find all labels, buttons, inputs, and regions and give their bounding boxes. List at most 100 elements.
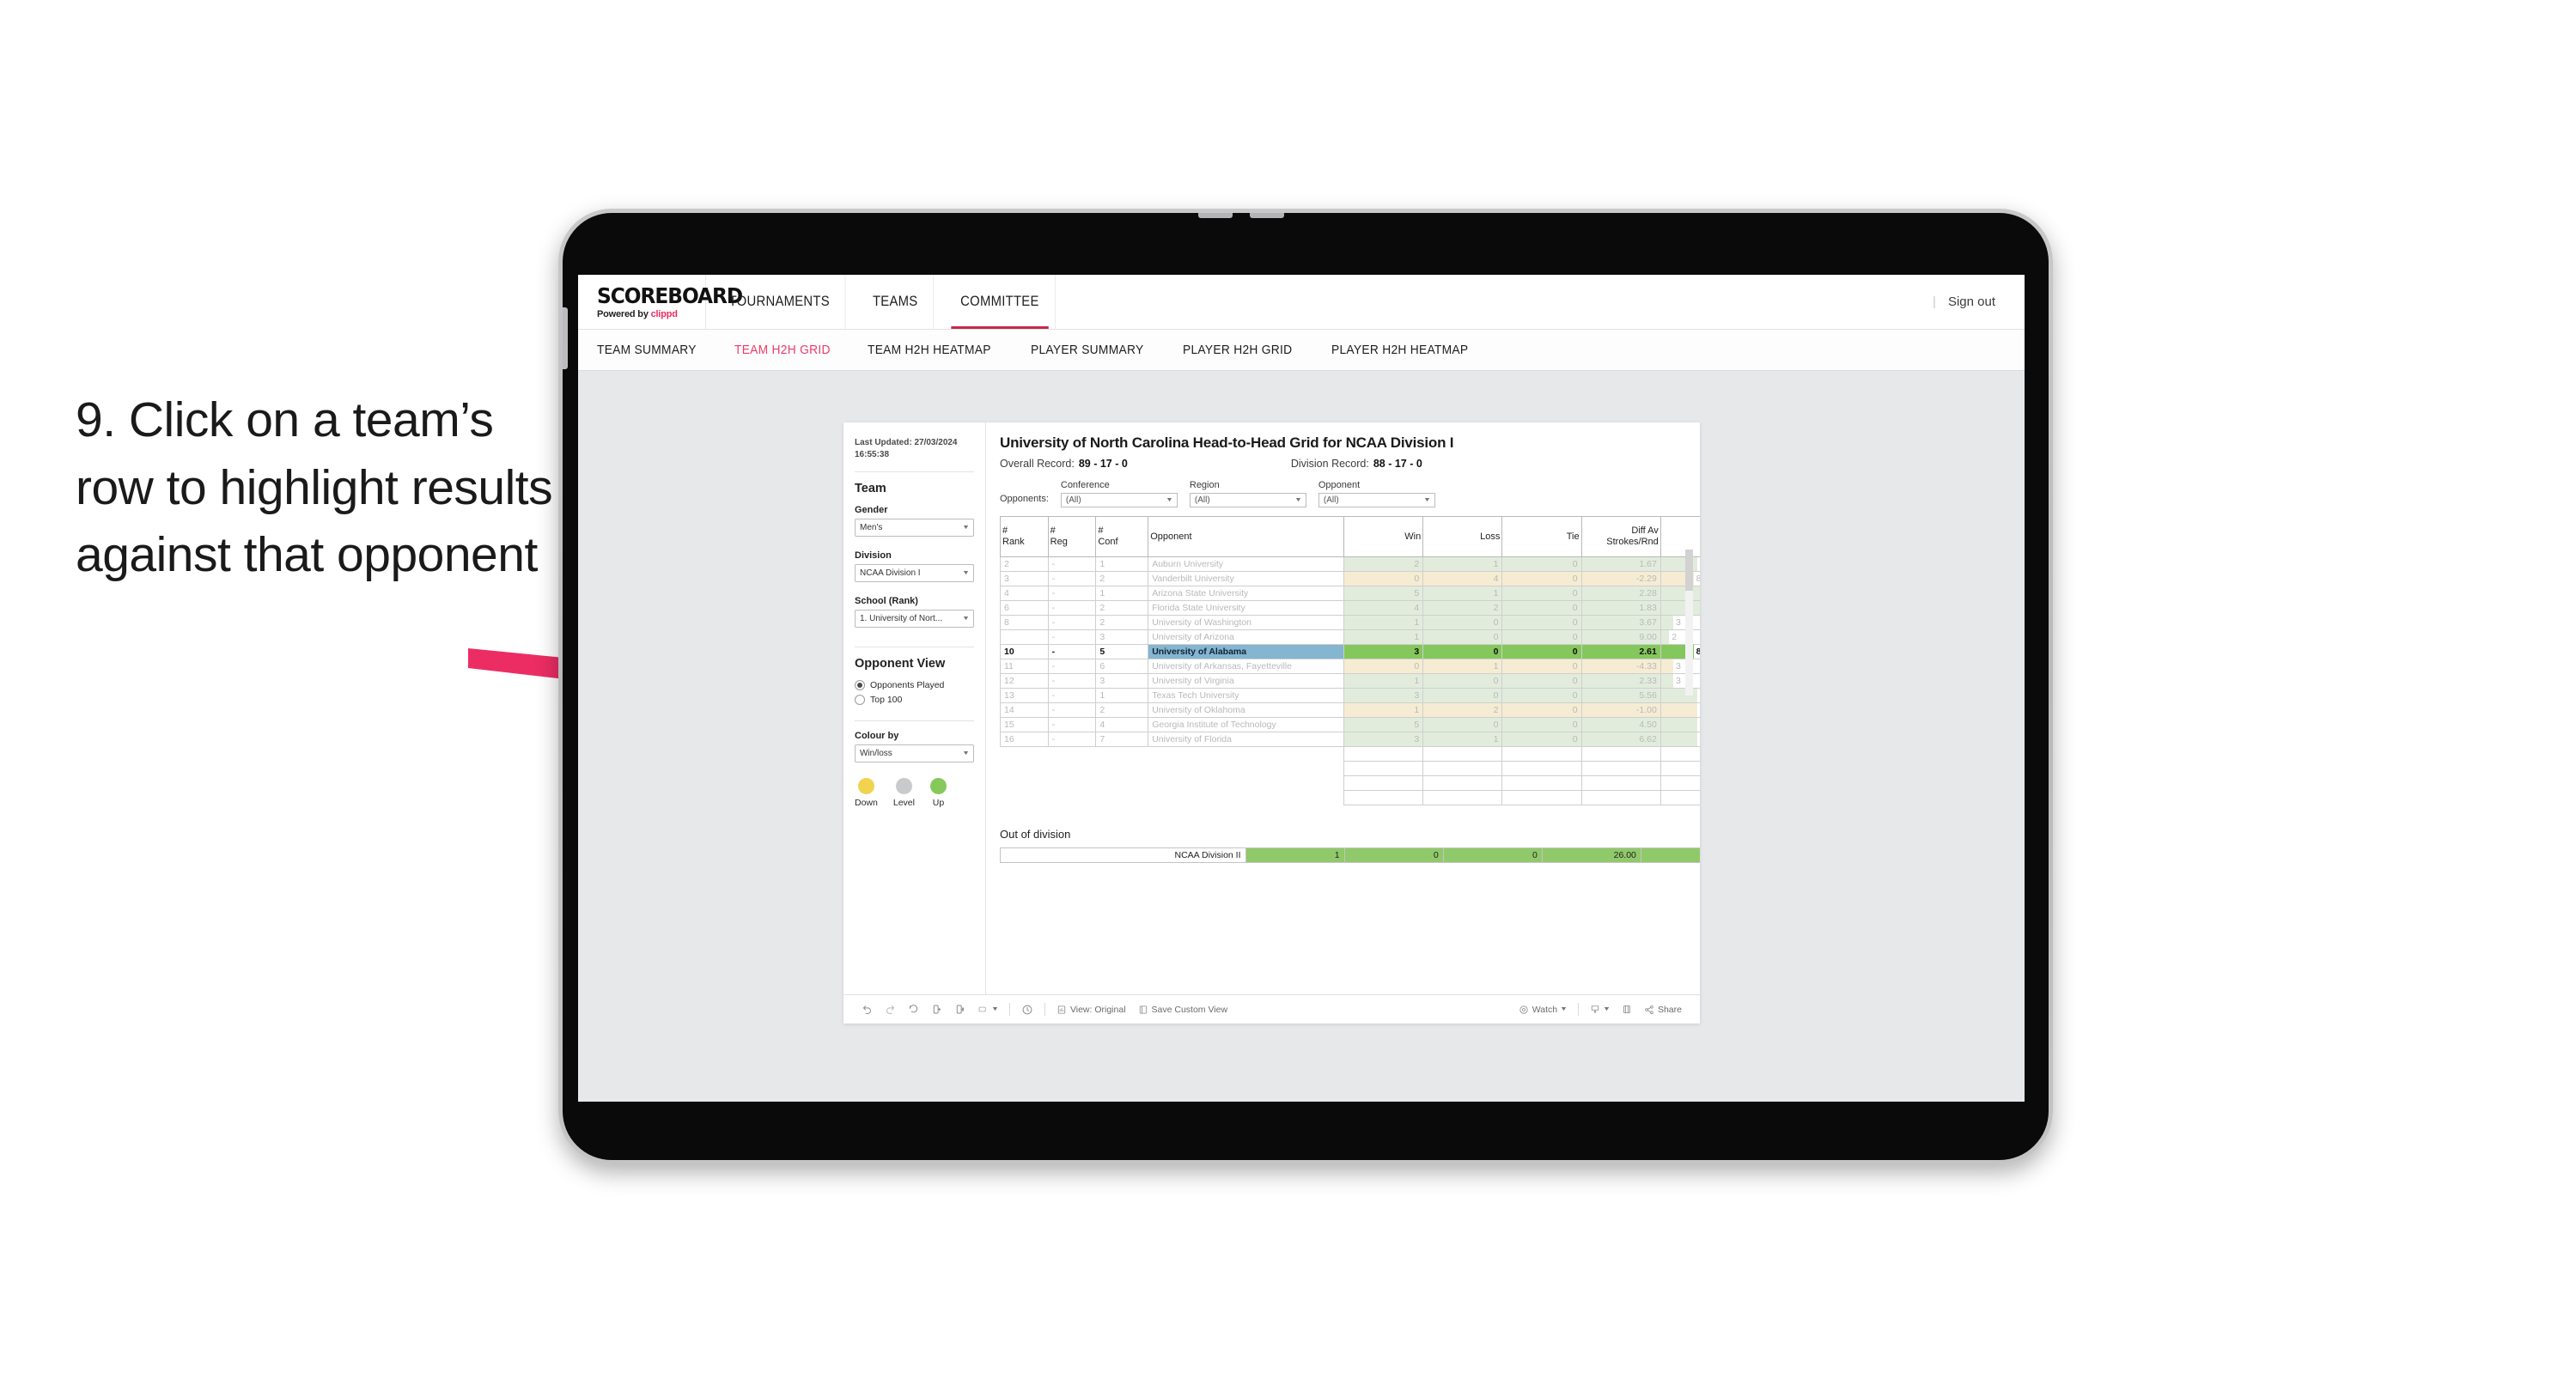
top-nav-teams[interactable]: TEAMS [857,275,935,329]
revert-icon[interactable] [902,1004,925,1015]
cell-rounds: 9 [1659,702,1700,718]
legend-label: Up [932,798,945,808]
cell-conf: 6 [1095,659,1149,674]
table-row[interactable]: 11-6 University of Arkansas, Fayetteville… [1000,659,1700,674]
filler-cell [1048,790,1096,805]
gender-value: Men's [860,523,883,532]
filler-cell [1000,790,1049,805]
col-reg[interactable]: # Reg [1047,516,1097,557]
table-row[interactable]: -3 University of Arizona 1 0 0 9.00 2 [1000,629,1700,645]
cell-rank: 12 [1000,673,1049,689]
volume-down-button[interactable] [1250,213,1284,218]
table-row[interactable]: 16-7University of Florida3106.62 9 [1000,732,1700,747]
school-rank-select[interactable]: 1. University of Nort... ▼ [855,610,974,628]
cell-reg: - [1047,659,1097,674]
sub-navigation-bar: TEAM SUMMARY TEAM H2H GRID TEAM H2H HEAT… [578,330,2025,371]
cell-diff: -2.29 [1580,571,1661,586]
top-nav-committee[interactable]: COMMITTEE [945,275,1056,329]
cell-tie: 0 [1501,644,1582,659]
table-row[interactable]: 6-2Florida State University4201.8312 [1000,600,1700,616]
col-diff[interactable]: Diff Av Strokes/Rnd [1580,516,1661,557]
col-rounds[interactable]: Rounds [1659,516,1700,557]
table-row[interactable]: 10-5University of Alabama3002.618 [1000,644,1700,659]
tab-player-summary[interactable]: PLAYER SUMMARY [1031,343,1143,357]
pause-icon[interactable] [948,1004,971,1015]
tab-player-h2h-grid[interactable]: PLAYER H2H GRID [1183,343,1292,357]
cell-win: 5 [1343,586,1424,601]
divider [1578,1003,1580,1016]
table-scrollbar-thumb[interactable] [1685,550,1693,591]
colour-by-select[interactable]: Win/loss ▼ [855,744,974,762]
table-row[interactable]: 4-1Arizona State University5102.2817 [1000,586,1700,601]
table-row[interactable]: 14-2University of Oklahoma120-1.009 [1000,702,1700,718]
redo-icon[interactable] [879,1004,902,1015]
cell-reg: - [1047,556,1097,572]
overall-record-value: 89 - 17 - 0 [1078,458,1128,470]
table-row[interactable]: 12-3 University of Virginia 1 0 0 2.33 3 [1000,673,1700,689]
cell-reg: - [1047,644,1097,659]
top-navigation-bar: SCOREBOARD Powered by clippd TOURNAMENTS… [578,275,2025,330]
radio-opponents-played[interactable]: Opponents Played [855,680,974,690]
col-opponent[interactable]: Opponent [1148,516,1345,557]
tab-team-h2h-heatmap[interactable]: TEAM H2H HEATMAP [868,343,991,357]
view-original-button[interactable]: View: Original [1050,1005,1132,1015]
radio-top-100[interactable]: Top 100 [855,695,974,705]
watch-button[interactable]: Watch ▼ [1513,1005,1573,1015]
conference-select[interactable]: (All) ▼ [1060,493,1178,507]
cell-conf: 3 [1095,673,1149,689]
pause-autoupdate-icon[interactable] [1015,1004,1039,1016]
tab-team-summary[interactable]: TEAM SUMMARY [597,343,697,357]
table-row[interactable]: 2-1Auburn University2101.679 [1000,556,1700,572]
filler-cell [1501,761,1582,776]
download-button[interactable]: ▼ [1584,1004,1616,1015]
cell-win: 1 [1343,673,1424,689]
col-win[interactable]: Win [1343,516,1424,557]
device-layout-icon[interactable]: ▼ [971,1004,1004,1015]
cell-rounds: 8 [1659,644,1700,659]
powered-by-text: Powered by [597,308,651,319]
gender-select[interactable]: Men's ▼ [855,519,974,537]
cell-loss: 0 [1422,673,1503,689]
volume-up-button[interactable] [1198,213,1233,218]
col-conf[interactable]: # Conf [1095,516,1149,557]
cell-rank: 16 [1000,732,1049,747]
tab-team-h2h-grid[interactable]: TEAM H2H GRID [734,343,831,357]
division-select[interactable]: NCAA Division I ▼ [855,564,974,582]
cell-win: 3 [1343,688,1424,703]
top-nav-tournaments[interactable]: TOURNAMENTS [714,275,846,329]
tab-player-h2h-heatmap[interactable]: PLAYER H2H HEATMAP [1331,343,1468,357]
radio-label: Top 100 [870,695,903,705]
undo-icon[interactable] [856,1004,879,1015]
opponent-select[interactable]: (All) ▼ [1318,493,1435,507]
rounds-value: 8 [1694,572,1700,586]
col-rank[interactable]: # Rank [1000,516,1049,557]
radio-unselected-icon [855,695,865,705]
sign-out-link[interactable]: Sign out [1948,295,1995,309]
power-button[interactable] [563,307,568,369]
cell-rounds: 8 [1659,571,1700,586]
table-row[interactable]: 13-1Texas Tech University3005.569 [1000,688,1700,703]
fullscreen-button[interactable] [1616,1004,1638,1015]
region-select[interactable]: (All) ▼ [1189,493,1306,507]
table-row[interactable]: NCAA Division II 1 0 0 26.00 3 [1000,847,1700,863]
legend-dot-up [929,778,947,794]
share-button[interactable]: Share [1638,1005,1688,1015]
table-row[interactable]: 15-4 Georgia Institute of Technology 5 0 0 4.… [1000,717,1700,732]
col-diff-line2: Strokes/Rnd [1606,537,1659,547]
cell-conf: 3 [1095,629,1149,645]
refresh-icon[interactable] [925,1004,948,1015]
col-diff-line1: Diff Av [1631,525,1659,537]
chevron-down-icon: ▼ [962,525,971,531]
save-custom-view-button[interactable]: Save Custom View [1132,1005,1234,1015]
cell-conf: 2 [1095,702,1149,718]
rounds-bar [1661,718,1698,732]
table-row[interactable]: 3-2Vanderbilt University040-2.298 [1000,571,1700,586]
col-tie[interactable]: Tie [1501,516,1582,557]
cell-win: 1 [1343,615,1424,630]
table-row[interactable]: 8-2 University of Washington 1 0 0 3.67 3 [1000,615,1700,630]
brand-logo[interactable]: SCOREBOARD Powered by clippd [578,275,743,329]
col-loss[interactable]: Loss [1422,516,1503,557]
filler-cell [1148,761,1345,776]
cell-win: 4 [1343,600,1424,616]
rounds-value: 9 [1697,718,1700,732]
